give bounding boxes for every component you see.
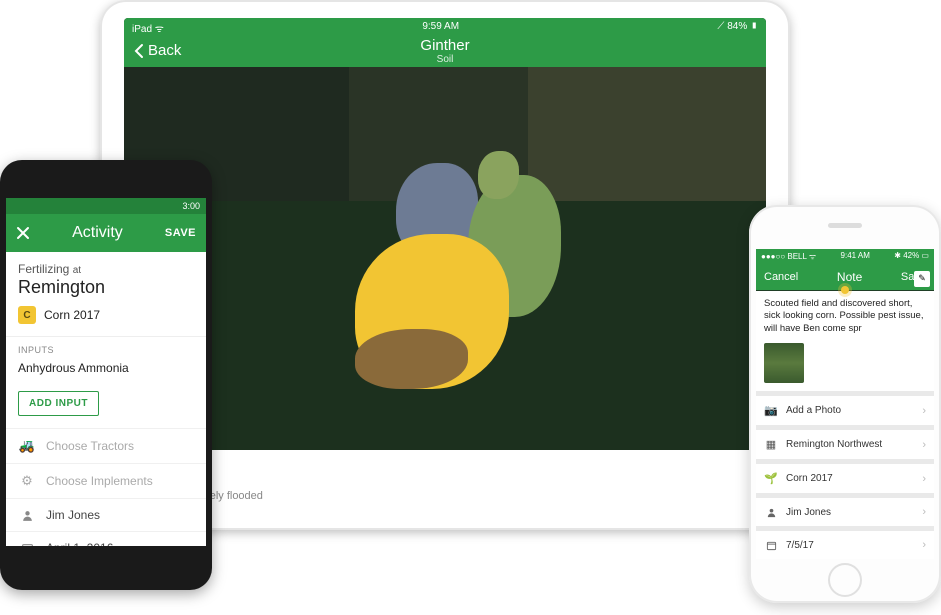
person-row[interactable]: Jim Jones (6, 498, 206, 531)
iphone-screen: ●●●○○ BELL ᯤ 9:41 AM ✱ 42% ▭ Cancel Note… (756, 249, 934, 559)
field-icon: ▦ (764, 438, 778, 451)
soil-desc: ent slopes, rarely flooded (140, 490, 750, 502)
add-input-button[interactable]: ADD INPUT (18, 391, 99, 416)
status-device-label: iPad ᯤ (132, 21, 164, 35)
row-label: Choose Tractors (46, 439, 134, 453)
back-label: Back (148, 42, 181, 59)
calendar-icon (764, 540, 778, 551)
row-label: Add a Photo (786, 405, 841, 416)
status-time: 9:41 AM (841, 251, 870, 262)
chevron-right-icon: › (922, 473, 926, 485)
input-item[interactable]: Anhydrous Ammonia (6, 355, 206, 385)
android-device: 3:00 Activity SAVE Fertilizing at Reming… (0, 160, 212, 590)
calendar-icon (18, 542, 36, 547)
chevron-right-icon: › (922, 539, 926, 551)
camera-icon: 📷 (764, 404, 778, 417)
status-battery: ✱ 42% ▭ (894, 251, 929, 262)
ipad-title: Ginther Soil (420, 37, 469, 65)
choose-implements-row[interactable]: ⚙ Choose Implements (6, 463, 206, 498)
ipad-nav-bar: Back Ginther Soil (124, 38, 766, 67)
add-photo-row[interactable]: 📷 Add a Photo › (756, 396, 934, 425)
soil-info-panel: am sandy loam ent slopes, rarely flooded (124, 450, 766, 512)
ipad-screen: iPad ᯤ 9:59 AM ⟋ 84% ▮ Back Ginther Soil (124, 18, 766, 512)
activity-body: Fertilizing at Remington C Corn 2017 INP… (6, 252, 206, 546)
row-label: 7/5/17 (786, 540, 814, 551)
iphone-status-bar: ●●●○○ BELL ᯤ 9:41 AM ✱ 42% ▭ (756, 249, 934, 264)
status-battery: ⟋ 84% ▮ (717, 21, 758, 35)
status-carrier: ●●●○○ BELL ᯤ (761, 251, 816, 262)
header-title: Activity (72, 224, 123, 242)
soil-type-full: sandy loam (140, 474, 750, 488)
ipad-status-bar: iPad ᯤ 9:59 AM ⟋ 84% ▮ (124, 18, 766, 38)
note-detail-list: 📷 Add a Photo › ▦ Remington Northwest › … (756, 391, 934, 559)
soil-map[interactable] (124, 67, 766, 450)
person-row[interactable]: Jim Jones › (756, 498, 934, 526)
note-map[interactable]: ✎ (756, 290, 934, 291)
leaf-icon: 🌱 (764, 472, 778, 485)
implement-icon: ⚙ (18, 473, 36, 489)
crop-label: Corn 2017 (44, 308, 100, 322)
row-label: Remington Northwest (786, 439, 882, 450)
activity-header: Activity SAVE (6, 214, 206, 252)
android-status-bar: 3:00 (6, 198, 206, 214)
row-label: Jim Jones (786, 507, 831, 518)
soil-overlay (355, 151, 560, 388)
page-title: Ginther (420, 37, 469, 54)
iphone-device: ●●●○○ BELL ᯤ 9:41 AM ✱ 42% ▭ Cancel Note… (749, 205, 941, 603)
row-label: Corn 2017 (786, 473, 833, 484)
note-photo-thumb[interactable] (764, 343, 804, 383)
chevron-right-icon: › (922, 439, 926, 451)
activity-heading: Fertilizing at Remington C Corn 2017 (6, 252, 206, 337)
activity-verb: Fertilizing (18, 262, 69, 276)
close-button[interactable] (16, 226, 30, 240)
field-row[interactable]: ▦ Remington Northwest › (756, 430, 934, 459)
person-icon (18, 509, 36, 522)
crop-badge: C (18, 306, 36, 324)
note-textarea[interactable]: Scouted field and discovered short, sick… (756, 291, 934, 343)
crop-row[interactable]: 🌱 Corn 2017 › (756, 464, 934, 493)
chevron-left-icon (134, 43, 144, 59)
android-screen: 3:00 Activity SAVE Fertilizing at Reming… (6, 198, 206, 546)
tractor-icon: 🚜 (18, 438, 36, 454)
choose-tractors-row[interactable]: 🚜 Choose Tractors (6, 428, 206, 463)
cancel-button[interactable]: Cancel (764, 271, 798, 283)
field-name: Remington (18, 277, 194, 298)
page-subtitle: Soil (420, 54, 469, 65)
row-label: Choose Implements (46, 474, 153, 488)
date-row[interactable]: April 1, 2016 (6, 531, 206, 546)
inputs-label: INPUTS (6, 337, 206, 355)
date-row[interactable]: 7/5/17 › (756, 531, 934, 559)
chevron-right-icon: › (922, 405, 926, 417)
activity-at: at (73, 265, 81, 276)
status-time: 9:59 AM (422, 21, 459, 35)
save-button[interactable]: SAVE (165, 227, 196, 239)
row-label: April 1, 2016 (46, 541, 113, 546)
crop-chip[interactable]: C Corn 2017 (18, 298, 194, 326)
back-button[interactable]: Back (134, 42, 181, 59)
person-icon (764, 507, 778, 518)
nav-title: Note (837, 270, 862, 284)
chevron-right-icon: › (922, 506, 926, 518)
row-label: Jim Jones (46, 508, 100, 522)
edit-icon[interactable]: ✎ (914, 271, 930, 287)
home-button[interactable] (828, 563, 862, 597)
status-time: 3:00 (182, 201, 200, 211)
